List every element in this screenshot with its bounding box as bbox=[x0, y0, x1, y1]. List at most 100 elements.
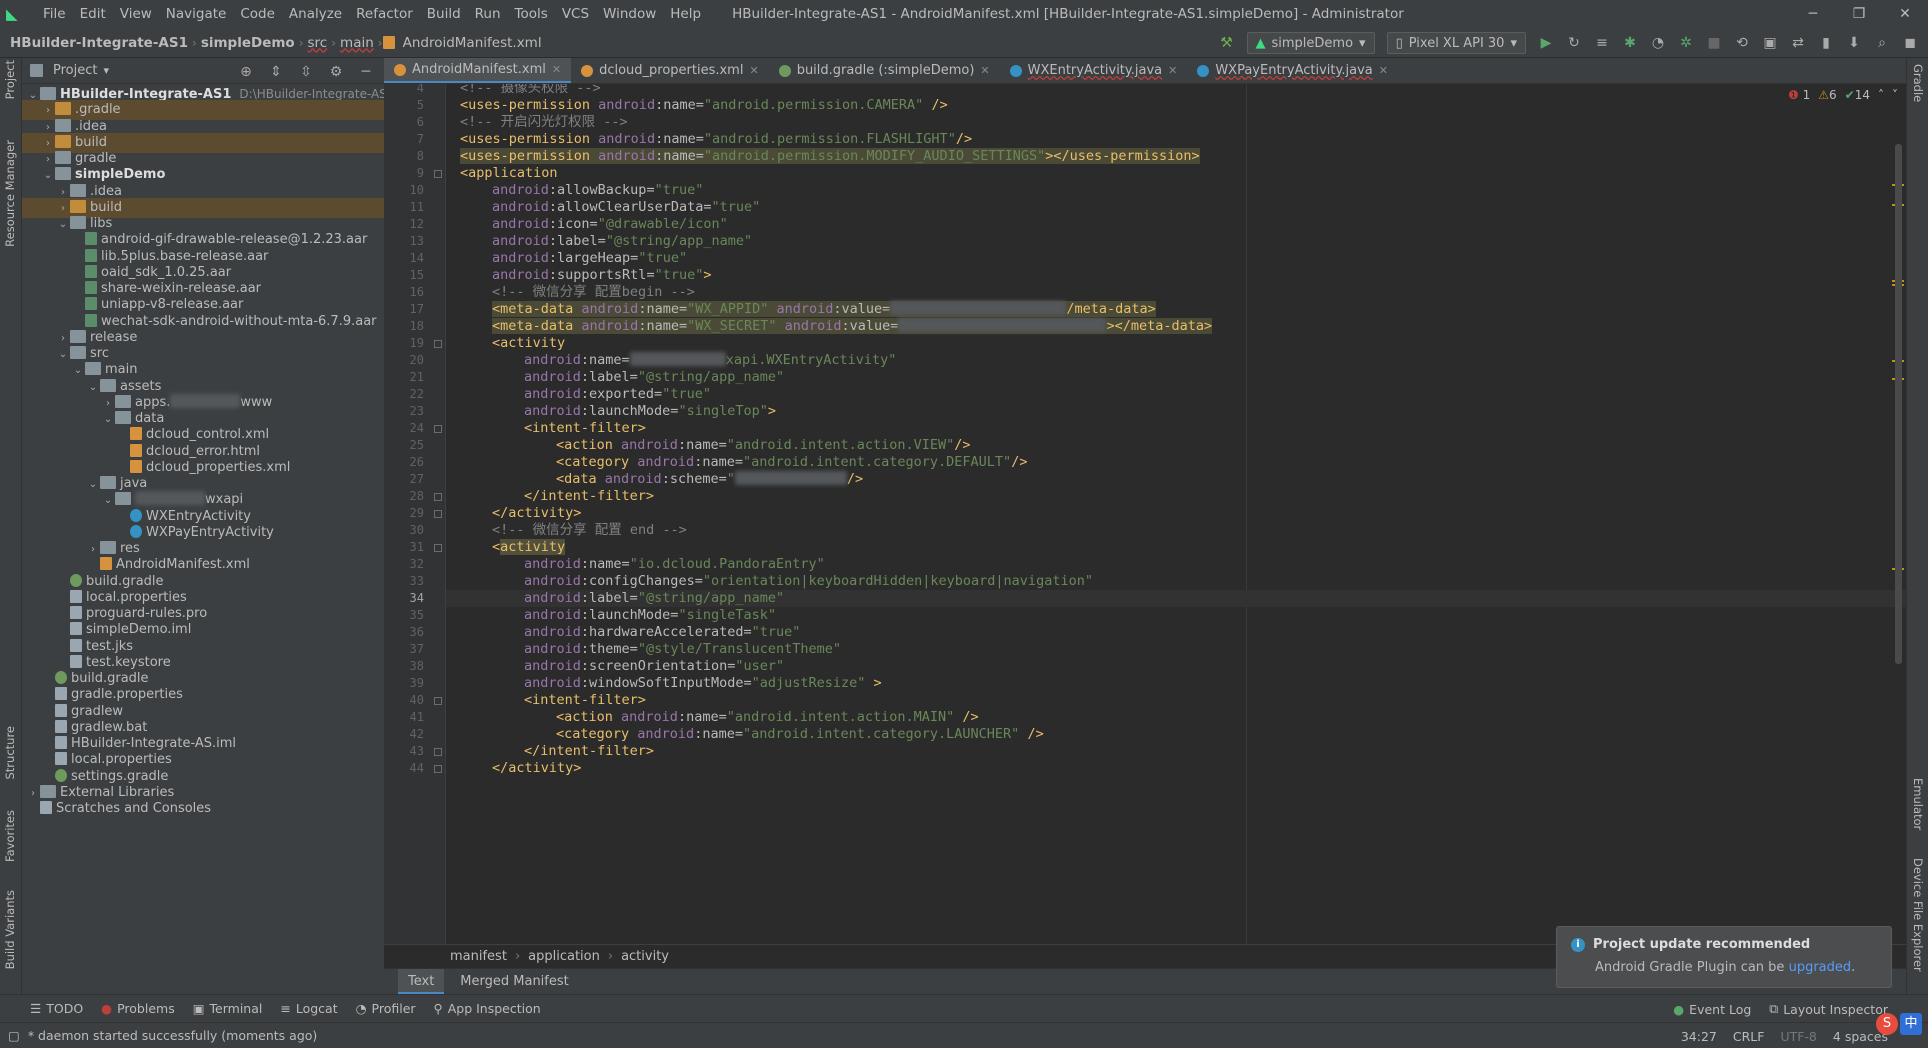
locate-file-icon[interactable]: ⊕ bbox=[234, 61, 258, 83]
code-line[interactable]: <meta-data android:name="WX_SECRET" andr… bbox=[446, 318, 1906, 335]
menu-help[interactable]: Help bbox=[663, 6, 708, 22]
code-line[interactable]: android:largeHeap="true" bbox=[446, 250, 1906, 267]
line-number[interactable]: 40 bbox=[384, 692, 424, 709]
line-number[interactable]: 38 bbox=[384, 658, 424, 675]
code-line[interactable]: <!-- 开启闪光灯权限 --> bbox=[446, 114, 1906, 131]
editor-scrollbar[interactable] bbox=[1890, 84, 1906, 944]
code-line[interactable]: android:label="@string/app_name" bbox=[446, 590, 1906, 607]
menu-navigate[interactable]: Navigate bbox=[159, 6, 234, 22]
line-number[interactable]: 8 bbox=[384, 148, 424, 165]
line-separator[interactable]: CRLF bbox=[1733, 1029, 1765, 1044]
menu-file[interactable]: File bbox=[36, 6, 73, 22]
problems-tool-button[interactable]: ● Problems bbox=[101, 1001, 175, 1016]
code-line[interactable]: android:screenOrientation="user" bbox=[446, 658, 1906, 675]
line-number[interactable]: 12 bbox=[384, 216, 424, 233]
line-number[interactable]: 19 bbox=[384, 335, 424, 352]
code-line[interactable]: <intent-filter> bbox=[446, 420, 1906, 437]
fold-marker-icon[interactable] bbox=[434, 544, 442, 552]
line-number[interactable]: 15 bbox=[384, 267, 424, 284]
line-number[interactable]: 37 bbox=[384, 641, 424, 658]
expand-all-icon[interactable]: ⇕ bbox=[264, 61, 288, 83]
fold-marker-icon[interactable] bbox=[434, 425, 442, 433]
structure-tool-tab[interactable]: Structure bbox=[3, 726, 17, 780]
fold-marker-icon[interactable] bbox=[434, 697, 442, 705]
terminal-tool-button[interactable]: ▣ Terminal bbox=[193, 1001, 263, 1016]
code-line[interactable]: android:configChanges="orientation|keybo… bbox=[446, 573, 1906, 590]
close-tab-icon[interactable]: ✕ bbox=[1168, 59, 1177, 83]
line-number[interactable]: 4 bbox=[384, 84, 424, 97]
code-line[interactable]: <!-- 微信分享 配置begin --> bbox=[446, 284, 1906, 301]
line-number[interactable]: 14 bbox=[384, 250, 424, 267]
menu-window[interactable]: Window bbox=[596, 6, 663, 22]
line-number[interactable]: 33 bbox=[384, 573, 424, 590]
device-file-explorer-tool-tab[interactable]: Device File Explorer bbox=[1911, 858, 1925, 972]
menu-refactor[interactable]: Refactor bbox=[349, 6, 420, 22]
status-message[interactable]: * daemon started successfully (moments a… bbox=[28, 1028, 317, 1043]
line-number[interactable]: 5 bbox=[384, 97, 424, 114]
line-number[interactable]: 7 bbox=[384, 131, 424, 148]
line-number[interactable]: 10 bbox=[384, 182, 424, 199]
layout-inspector-button[interactable]: ⧉ Layout Inspector bbox=[1769, 1001, 1888, 1017]
line-number[interactable]: 17 bbox=[384, 301, 424, 318]
nav-crumb-main[interactable]: main bbox=[336, 35, 378, 51]
fold-marker-icon[interactable] bbox=[434, 493, 442, 501]
code-line[interactable]: <activity bbox=[446, 539, 1906, 556]
apply-changes-icon[interactable]: ↻ bbox=[1562, 32, 1586, 54]
fold-marker-icon[interactable] bbox=[434, 748, 442, 756]
nav-crumb-project[interactable]: HBuilder-Integrate-AS1 bbox=[0, 35, 192, 51]
sdk-manager-icon[interactable]: ⬇ bbox=[1842, 32, 1866, 54]
upgrade-link[interactable]: upgraded bbox=[1789, 960, 1852, 975]
gear-icon[interactable]: ⚙ bbox=[324, 61, 348, 83]
code-line[interactable]: android:hardwareAccelerated="true" bbox=[446, 624, 1906, 641]
menu-run[interactable]: Run bbox=[468, 6, 508, 22]
menu-analyze[interactable]: Analyze bbox=[282, 6, 349, 22]
code-line[interactable]: android:icon="@drawable/icon" bbox=[446, 216, 1906, 233]
fold-marker-icon[interactable] bbox=[434, 765, 442, 773]
code-line[interactable]: android:label="@string/app_name" bbox=[446, 369, 1906, 386]
close-tab-icon[interactable]: ✕ bbox=[749, 59, 758, 83]
line-number[interactable]: 25 bbox=[384, 437, 424, 454]
run-config-dropdown[interactable]: ▲ simpleDemo ▾ bbox=[1246, 32, 1375, 54]
code-line[interactable]: <!-- 摄像头权限 --> bbox=[446, 84, 1906, 97]
code-line[interactable]: </activity> bbox=[446, 760, 1906, 777]
notification-popup[interactable]: i Project update recommended Android Grad… bbox=[1556, 926, 1892, 988]
avd-manager-icon[interactable]: ▮ bbox=[1814, 32, 1838, 54]
project-view-selector[interactable]: Project bbox=[53, 63, 97, 78]
code-line[interactable]: <action android:name="android.intent.act… bbox=[446, 709, 1906, 726]
line-number[interactable]: 24 bbox=[384, 420, 424, 437]
fold-marker-icon[interactable] bbox=[434, 510, 442, 518]
code-line[interactable]: android:supportsRtl="true"> bbox=[446, 267, 1906, 284]
editor-tab[interactable]: WXEntryActivity.java ✕ bbox=[1000, 58, 1188, 83]
line-number[interactable]: 11 bbox=[384, 199, 424, 216]
line-number[interactable]: 35 bbox=[384, 607, 424, 624]
editor-tab[interactable]: AndroidManifest.xml ✕ bbox=[384, 58, 572, 83]
tab-merged-manifest[interactable]: Merged Manifest bbox=[450, 969, 578, 995]
menu-vcs[interactable]: VCS bbox=[555, 6, 596, 22]
line-number[interactable]: 31 bbox=[384, 539, 424, 556]
line-number[interactable]: 20 bbox=[384, 352, 424, 369]
logcat-tool-button[interactable]: ≡ Logcat bbox=[280, 1001, 337, 1016]
breadcrumb-manifest[interactable]: manifest bbox=[450, 949, 507, 964]
scroll-thumb[interactable] bbox=[1895, 144, 1902, 664]
code-line[interactable]: <activity bbox=[446, 335, 1906, 352]
status-panel-icon[interactable]: ▢ bbox=[8, 1028, 20, 1043]
breadcrumb-activity[interactable]: activity bbox=[621, 949, 669, 964]
code-line[interactable]: android:theme="@style/TranslucentTheme" bbox=[446, 641, 1906, 658]
sogou-ime-icon[interactable]: S bbox=[1876, 1013, 1898, 1035]
line-number[interactable]: 30 bbox=[384, 522, 424, 539]
code-line[interactable]: </intent-filter> bbox=[446, 488, 1906, 505]
gradle-tool-tab[interactable]: Gradle bbox=[1911, 64, 1925, 102]
hide-panel-icon[interactable]: ─ bbox=[354, 61, 378, 83]
ok-count[interactable]: ✔14 bbox=[1845, 88, 1870, 102]
menu-tools[interactable]: Tools bbox=[508, 6, 555, 22]
code-line[interactable]: <category android:name="android.intent.c… bbox=[446, 726, 1906, 743]
editor-tab[interactable]: WXPayEntryActivity.java ✕ bbox=[1187, 58, 1398, 83]
line-number[interactable]: 32 bbox=[384, 556, 424, 573]
line-number[interactable]: 6 bbox=[384, 114, 424, 131]
build-variants-tool-tab[interactable]: Build Variants bbox=[3, 890, 17, 969]
file-encoding[interactable]: UTF-8 bbox=[1780, 1029, 1816, 1044]
line-number[interactable]: 44 bbox=[384, 760, 424, 777]
code-line[interactable]: <application bbox=[446, 165, 1906, 182]
fold-marker-icon[interactable] bbox=[434, 340, 442, 348]
maximize-icon[interactable]: ❐ bbox=[1836, 0, 1882, 28]
